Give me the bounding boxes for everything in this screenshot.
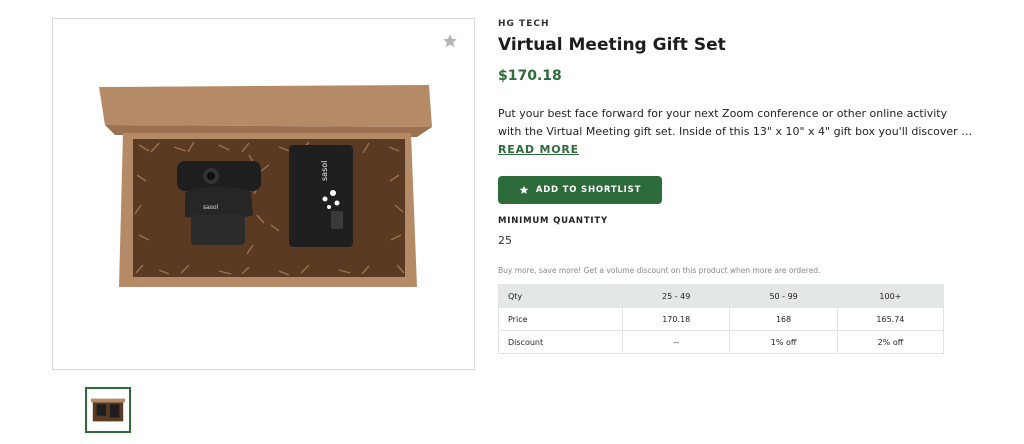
add-to-shortlist-button[interactable]: ADD TO SHORTLIST [498, 176, 662, 204]
table-cell: -- [621, 330, 731, 354]
thumbnail-image[interactable] [85, 387, 131, 433]
table-cell: Discount [498, 330, 623, 354]
favorite-button[interactable] [440, 31, 460, 51]
add-to-shortlist-label: ADD TO SHORTLIST [535, 185, 642, 195]
product-title: Virtual Meeting Gift Set [498, 35, 726, 55]
table-row: Discount -- 1% off 2% off [498, 330, 945, 354]
minimum-quantity-value: 25 [498, 234, 512, 247]
thumbnail-picture [89, 391, 127, 429]
device-logo: sasol [320, 161, 329, 181]
table-row: Price 170.18 168 165.74 [498, 307, 945, 331]
read-more-link[interactable]: READ MORE [498, 142, 579, 158]
star-icon [443, 34, 457, 48]
brand-name[interactable]: HG TECH [498, 18, 944, 30]
minimum-quantity-label: MINIMUM QUANTITY [498, 216, 608, 226]
product-price: $170.18 [498, 68, 562, 84]
table-cell: Price [498, 307, 623, 331]
star-icon [519, 185, 529, 194]
table-cell: 1% off [729, 330, 838, 354]
product-image[interactable]: sasol sasol [99, 85, 432, 291]
table-header-cell: Qty [498, 284, 623, 308]
description-line: with the Virtual Meeting gift set. Insid… [498, 125, 973, 138]
svg-text:sasol: sasol [203, 204, 219, 211]
table-cell: 2% off [836, 330, 945, 354]
table-cell: 165.74 [836, 307, 945, 331]
volume-discount-note: Buy more, save more! Get a volume discou… [498, 266, 821, 275]
table-cell: 168 [729, 307, 838, 331]
table-header-cell: 50 - 99 [729, 284, 838, 308]
table-cell: 170.18 [621, 307, 731, 331]
table-header-row: Qty 25 - 49 50 - 99 100+ [498, 284, 945, 308]
product-description: Put your best face forward for your next… [498, 105, 973, 159]
product-details: HG TECH Virtual Meeting Gift Set $170.18… [498, 18, 973, 354]
table-header-cell: 25 - 49 [621, 284, 731, 308]
volume-pricing-table: Qty 25 - 49 50 - 99 100+ Price 170.18 16… [498, 284, 945, 354]
description-line: Put your best face forward for your next… [498, 107, 948, 120]
table-header-cell: 100+ [836, 284, 945, 308]
product-image-frame: sasol sasol [52, 18, 475, 370]
